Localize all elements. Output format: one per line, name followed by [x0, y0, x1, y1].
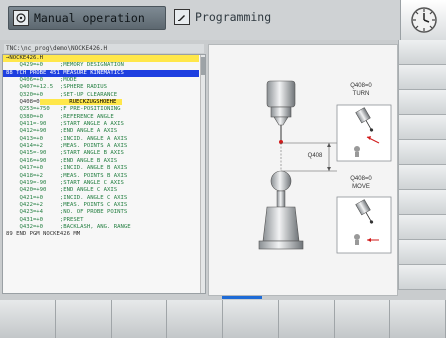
program-line-text: Q432=+0 ;BACKLASH, ANG. RANGE	[6, 223, 131, 230]
softkey-v10[interactable]	[398, 265, 446, 290]
horizontal-softkeys	[0, 300, 446, 338]
softkey-h5[interactable]	[223, 300, 279, 338]
program-line-text: Q431=+0 ;PRESET	[6, 216, 84, 223]
program-line[interactable]: Q416=+90 ;END ANGLE B AXIS	[3, 158, 199, 165]
softkey-h7[interactable]	[334, 300, 391, 338]
program-line-text: Q414=+2 ;MEAS. POINTS A AXIS	[6, 143, 128, 150]
help-top-title: Q408=0	[350, 83, 372, 89]
softkey-v9[interactable]	[398, 240, 446, 265]
softkey-h4[interactable]	[167, 300, 223, 338]
program-line-text: Q380=+0 ;REFERENCE ANGLE	[6, 113, 114, 120]
softkey-h1[interactable]	[0, 300, 56, 338]
program-editor[interactable]: →NOCKE426.H Q429=+0 ;MEMORY DESIGNATION 8…	[2, 54, 206, 294]
help-bottom-title: Q408=0	[350, 176, 372, 182]
softkey-v2[interactable]	[398, 65, 446, 90]
program-line-text: Q407=+12.5 ;SPHERE RADIUS	[6, 84, 108, 91]
program-line-text: Q420=+90 ;END ANGLE C AXIS	[6, 187, 118, 194]
program-line[interactable]: Q419=-90 ;START ANGLE C AXIS	[3, 180, 199, 187]
help-bottom-sub: MOVE	[352, 184, 370, 190]
vertical-scrollbar[interactable]	[200, 55, 205, 293]
scrollbar-thumb[interactable]	[201, 57, 205, 75]
program-line[interactable]: Q407=+12.5 ;SPHERE RADIUS	[3, 84, 199, 91]
dimension-label: Q408	[307, 153, 323, 159]
program-line[interactable]: Q414=+2 ;MEAS. POINTS A AXIS	[3, 143, 199, 150]
softkey-v5[interactable]	[398, 140, 446, 165]
softkey-h2[interactable]	[55, 300, 112, 338]
program-line[interactable]: Q408=0 RUECKZUGSHOEHE	[3, 99, 199, 106]
program-line-text: Q253=+750 ;F PRE-POSITIONING	[6, 106, 121, 113]
softkey-v8[interactable]	[398, 215, 446, 240]
softkey-v1[interactable]	[398, 40, 446, 65]
program-line[interactable]: 88 TCH PROBE 451 MEASURE KINEMATICS	[3, 69, 199, 78]
pencil-icon	[174, 9, 190, 25]
program-line-text: Q423=+4 ;NO. OF PROBE POINTS	[6, 209, 128, 216]
clock-icon	[411, 7, 437, 33]
program-line-text: Q422=+2 ;MEAS. POINTS C AXIS	[6, 201, 128, 208]
help-graphic-panel: Q408=0 TURN Q408=0 MOVE Q408	[208, 44, 398, 296]
edit-cursor-field[interactable]: RUECKZUGSHOEHE	[39, 99, 123, 106]
program-line[interactable]: Q429=+0 ;MEMORY DESIGNATION	[3, 62, 199, 69]
program-line-text: Q415=-90 ;START ANGLE B AXIS	[6, 150, 124, 157]
program-line[interactable]: Q420=+90 ;END ANGLE C AXIS	[3, 187, 199, 194]
program-line-text: Q413=+0 ;INCID. ANGLE A AXIS	[6, 135, 128, 142]
program-line-text: Q408=0	[6, 99, 40, 106]
program-line[interactable]: Q406=+0 ;MODE	[3, 77, 199, 84]
tab-programming-label: Programming	[195, 10, 272, 24]
program-line[interactable]: Q431=+0 ;PRESET	[3, 217, 199, 224]
program-line-text: 89 END PGM NOCKE426 MM	[6, 231, 81, 238]
program-line-text: Q429=+0 ;MEMORY DESIGNATION	[6, 62, 124, 69]
program-line[interactable]: →NOCKE426.H	[3, 55, 199, 63]
softkey-h8[interactable]	[390, 300, 446, 338]
softkey-v4[interactable]	[398, 115, 446, 140]
tab-manual-label: Manual operation	[34, 11, 145, 25]
program-line[interactable]: Q432=+0 ;BACKLASH, ANG. RANGE	[3, 224, 199, 231]
program-line-text: →NOCKE426.H	[6, 55, 44, 61]
help-top-sub: TURN	[352, 91, 370, 97]
program-line-text: Q419=-90 ;START ANGLE C AXIS	[6, 179, 124, 186]
softkey-h3[interactable]	[111, 300, 168, 338]
program-line[interactable]: Q412=+90 ;END ANGLE A AXIS	[3, 128, 199, 135]
program-line-text: Q418=+2 ;MEAS. POINTS B AXIS	[6, 172, 128, 179]
softkey-row-indicator	[222, 296, 262, 299]
softkey-v3[interactable]	[398, 90, 446, 115]
file-path-bar: TNC:\nc_prog\demo\NOCKE426.H	[4, 44, 204, 53]
program-lines: →NOCKE426.H Q429=+0 ;MEMORY DESIGNATION 8…	[3, 55, 199, 239]
tab-manual-operation[interactable]: Manual operation	[8, 6, 166, 30]
softkey-v7[interactable]	[398, 190, 446, 215]
program-line[interactable]: Q423=+4 ;NO. OF PROBE POINTS	[3, 209, 199, 216]
program-line[interactable]: Q320=+0 ;SET-UP CLEARANCE	[3, 92, 199, 99]
program-line-text: Q421=+0 ;INCID. ANGLE C AXIS	[6, 194, 128, 201]
program-line[interactable]: Q421=+0 ;INCID. ANGLE C AXIS	[3, 195, 199, 202]
header-bar: Manual operation Programming	[0, 0, 446, 41]
program-line[interactable]: Q253=+750 ;F PRE-POSITIONING	[3, 106, 199, 113]
program-line-text: Q411=-90 ;START ANGLE A AXIS	[6, 121, 124, 128]
program-line-text: Q406=+0 ;MODE	[6, 77, 77, 84]
program-line-text: 88 TCH PROBE 451 MEASURE KINEMATICS	[6, 69, 124, 76]
program-line[interactable]: Q413=+0 ;INCID. ANGLE A AXIS	[3, 136, 199, 143]
program-line-text: Q416=+90 ;END ANGLE B AXIS	[6, 157, 118, 164]
vertical-softkeys	[398, 40, 446, 298]
program-line[interactable]: Q380=+0 ;REFERENCE ANGLE	[3, 114, 199, 121]
clock-widget[interactable]	[400, 0, 446, 41]
program-line[interactable]: Q415=-90 ;START ANGLE B AXIS	[3, 150, 199, 157]
program-line-text: Q320=+0 ;SET-UP CLEARANCE	[6, 91, 118, 98]
program-line-text: Q412=+90 ;END ANGLE A AXIS	[6, 128, 118, 135]
softkey-h6[interactable]	[278, 300, 335, 338]
program-line[interactable]: Q418=+2 ;MEAS. POINTS B AXIS	[3, 173, 199, 180]
hand-wheel-icon	[13, 10, 29, 26]
tab-programming[interactable]: Programming	[170, 6, 370, 28]
program-line[interactable]: Q411=-90 ;START ANGLE A AXIS	[3, 121, 199, 128]
program-line[interactable]: Q417=+0 ;INCID. ANGLE B AXIS	[3, 165, 199, 172]
program-line-text: Q417=+0 ;INCID. ANGLE B AXIS	[6, 165, 128, 172]
program-line[interactable]: 89 END PGM NOCKE426 MM	[3, 231, 199, 238]
softkey-v6[interactable]	[398, 165, 446, 190]
program-line[interactable]: Q422=+2 ;MEAS. POINTS C AXIS	[3, 202, 199, 209]
